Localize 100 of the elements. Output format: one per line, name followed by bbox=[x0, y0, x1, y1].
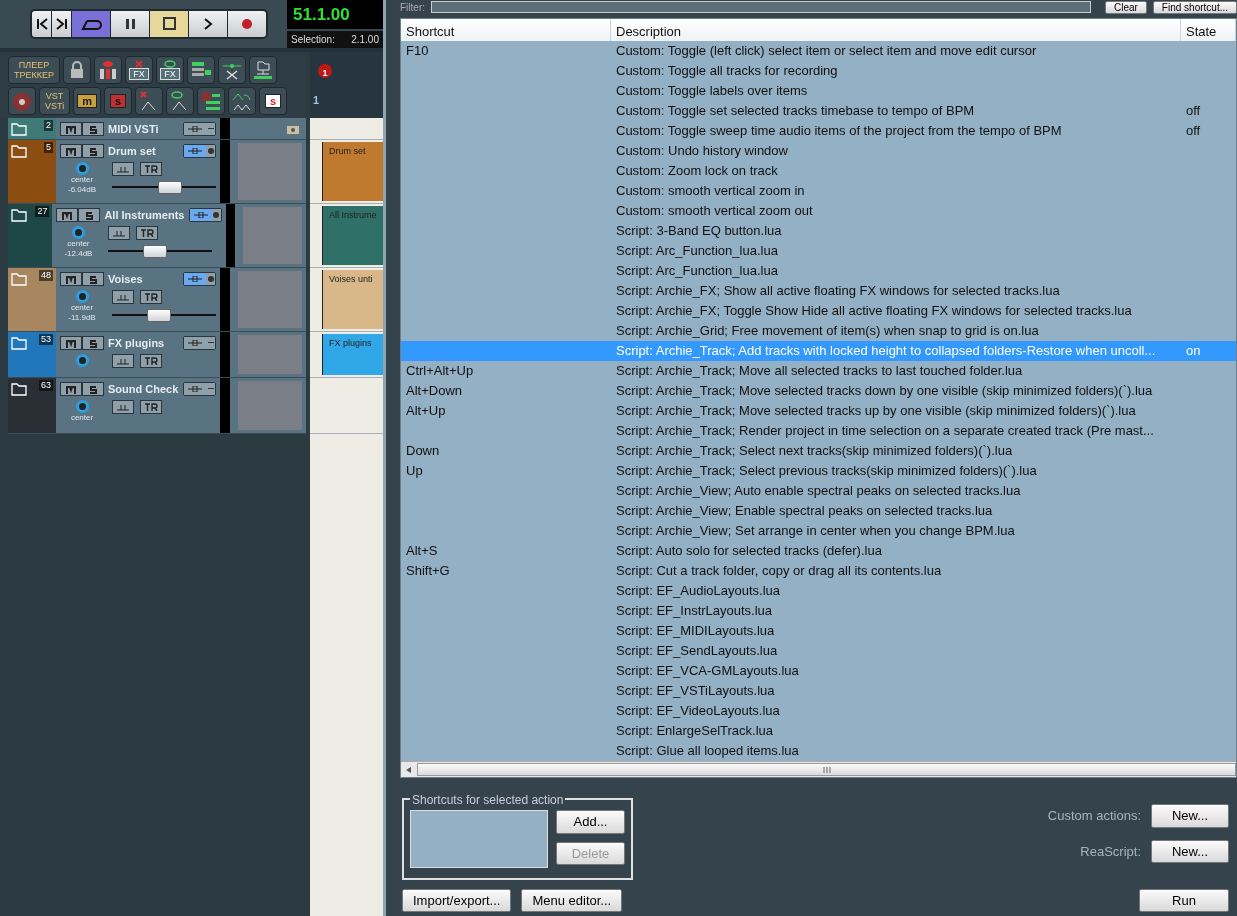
toolbar-button[interactable] bbox=[135, 87, 164, 115]
toolbar-button[interactable] bbox=[187, 56, 215, 84]
column-header[interactable]: Description bbox=[611, 19, 1181, 41]
table-row[interactable]: Custom: Toggle sweep time audio items of the project from the tempo of BPM off bbox=[401, 121, 1236, 141]
toolbar-button[interactable] bbox=[63, 56, 91, 84]
table-row[interactable]: Script: Glue all looped items.lua bbox=[401, 741, 1236, 761]
phase-button[interactable] bbox=[108, 225, 131, 240]
pan-knob[interactable] bbox=[75, 353, 89, 367]
run-button[interactable]: Run bbox=[1139, 888, 1229, 912]
mute-button[interactable] bbox=[60, 336, 82, 351]
toolbar-button[interactable] bbox=[8, 87, 36, 115]
slider-thumb[interactable] bbox=[158, 180, 183, 194]
phase-button[interactable] bbox=[112, 399, 134, 414]
table-row[interactable]: Custom: Zoom lock on track bbox=[401, 161, 1236, 181]
table-row[interactable]: Script: EF_InstrLayouts.lua bbox=[401, 601, 1236, 621]
phase-button[interactable] bbox=[112, 161, 134, 176]
toolbar-button[interactable] bbox=[218, 56, 246, 84]
table-row[interactable]: Script: EF_VideoLayouts.lua bbox=[401, 701, 1236, 721]
table-row[interactable]: Alt+Down Script: Archie_Track; Move selected tracks down by one visible (skip minimized folders)(`).lua bbox=[401, 381, 1236, 401]
filter-button[interactable]: Clear bbox=[1104, 0, 1147, 14]
table-row[interactable]: Script: Archie_View; Set arrange in center when you change BPM.lua bbox=[401, 521, 1236, 541]
solo-button[interactable] bbox=[82, 272, 104, 287]
toolbar-button[interactable]: m bbox=[73, 87, 102, 115]
table-row[interactable]: Script: EF_VSTiLayouts.lua bbox=[401, 681, 1236, 701]
toolbar-button[interactable] bbox=[166, 87, 195, 115]
table-row[interactable]: Ctrl+Alt+Up Script: Archie_Track; Move all selected tracks to last touched folder.lua bbox=[401, 361, 1236, 381]
routing-button[interactable] bbox=[183, 336, 216, 351]
routing-button[interactable] bbox=[183, 382, 216, 397]
go-to-end-button[interactable] bbox=[52, 11, 71, 37]
table-row[interactable]: Script: Arc_Function_lua.lua bbox=[401, 261, 1236, 281]
footer-button[interactable]: Import/export... bbox=[402, 888, 512, 912]
solo-button[interactable] bbox=[82, 336, 104, 351]
table-row[interactable]: Up Script: Archie_Track; Select previous tracks(skip minimized folders)(`).lua bbox=[401, 461, 1236, 481]
toolbar-button[interactable]: VST VSTi bbox=[39, 87, 71, 115]
toolbar-button[interactable] bbox=[94, 56, 122, 84]
table-row[interactable]: F10 Custom: Toggle (left click) select item or select item and move edit cursor bbox=[401, 41, 1236, 61]
slider-thumb[interactable] bbox=[143, 244, 168, 258]
mute-button[interactable] bbox=[60, 144, 82, 159]
table-row[interactable]: Custom: Toggle set selected tracks timebase to tempo of BPM off bbox=[401, 101, 1236, 121]
table-row[interactable]: Script: Archie_Track; Render project in time selection on a separate created track (Pre mast... bbox=[401, 421, 1236, 441]
pause-button[interactable] bbox=[111, 11, 149, 37]
toolbar-button[interactable]: FX bbox=[156, 56, 184, 84]
table-row[interactable]: Script: EF_MIDILayouts.lua bbox=[401, 621, 1236, 641]
scroll-thumb[interactable] bbox=[417, 763, 1236, 776]
table-row[interactable]: Shift+G Script: Cut a track folder, copy or drag all its contents.lua bbox=[401, 561, 1236, 581]
filter-button[interactable]: Find shortcut... bbox=[1152, 0, 1237, 14]
stop-button[interactable] bbox=[150, 11, 188, 37]
mute-button[interactable] bbox=[60, 272, 82, 287]
filter-field[interactable] bbox=[431, 1, 1091, 13]
table-row[interactable]: Script: EF_SendLayouts.lua bbox=[401, 641, 1236, 661]
go-to-start-button[interactable] bbox=[32, 11, 51, 37]
group-button[interactable]: Add... bbox=[556, 810, 625, 834]
table-row[interactable]: Script: Archie_View; Enable spectral peaks on selected tracks.lua bbox=[401, 501, 1236, 521]
tr-button[interactable] bbox=[140, 161, 162, 176]
table-row[interactable]: Custom: Toggle all tracks for recording bbox=[401, 61, 1236, 81]
solo-button[interactable] bbox=[82, 144, 104, 159]
table-row[interactable]: Alt+Up Script: Archie_Track; Move selected tracks up by one visible (skip minimized folders)(`).lua bbox=[401, 401, 1236, 421]
table-row[interactable]: Script: Archie_FX; Toggle Show Hide all active floating FX windows for selected tracks.lua bbox=[401, 301, 1236, 321]
pan-knob[interactable] bbox=[75, 289, 89, 303]
solo-button[interactable] bbox=[82, 382, 104, 397]
toolbar-button[interactable] bbox=[249, 56, 277, 84]
mute-button[interactable] bbox=[60, 122, 82, 137]
toolbar-button[interactable] bbox=[228, 87, 257, 115]
table-row[interactable]: Script: 3-Band EQ button.lua bbox=[401, 221, 1236, 241]
solo-button[interactable] bbox=[82, 122, 104, 137]
routing-button[interactable] bbox=[188, 208, 222, 223]
pan-knob[interactable] bbox=[75, 161, 89, 175]
table-row[interactable]: Script: Archie_View; Auto enable spectral peaks on selected tracks.lua bbox=[401, 481, 1236, 501]
mute-button[interactable] bbox=[56, 208, 79, 223]
tr-button[interactable] bbox=[140, 289, 162, 304]
phase-button[interactable] bbox=[112, 289, 134, 304]
tr-button[interactable] bbox=[140, 399, 162, 414]
column-header[interactable]: State bbox=[1181, 19, 1236, 41]
table-row[interactable]: Alt+S Script: Auto solo for selected tracks (defer).lua bbox=[401, 541, 1236, 561]
pan-knob[interactable] bbox=[75, 399, 89, 413]
table-row[interactable]: Script: EF_VCA-GMLayouts.lua bbox=[401, 661, 1236, 681]
table-row[interactable]: Script: Archie_FX; Show all active floating FX windows for selected tracks.lua bbox=[401, 281, 1236, 301]
mute-button[interactable] bbox=[60, 382, 82, 397]
table-row[interactable]: Script: EnlargeSelTrack.lua bbox=[401, 721, 1236, 741]
tr-button[interactable] bbox=[140, 353, 162, 368]
tr-button[interactable] bbox=[136, 225, 159, 240]
table-row[interactable]: Script: Archie_Grid; Free movement of item(s) when snap to grid is on.lua bbox=[401, 321, 1236, 341]
play-button[interactable] bbox=[189, 11, 227, 37]
toolbar-button[interactable]: s bbox=[259, 87, 288, 115]
toolbar-button[interactable]: FX bbox=[125, 56, 153, 84]
toolbar-button[interactable] bbox=[197, 87, 226, 115]
footer-button[interactable]: Menu editor... bbox=[521, 888, 623, 912]
table-row[interactable]: Custom: Undo history window bbox=[401, 141, 1236, 161]
table-row[interactable]: Script: Arc_Function_lua.lua bbox=[401, 241, 1236, 261]
horizontal-scrollbar[interactable] bbox=[401, 761, 1236, 777]
repeat-button[interactable] bbox=[72, 11, 110, 37]
routing-button[interactable] bbox=[183, 144, 216, 159]
new-button[interactable]: New... bbox=[1151, 804, 1229, 828]
slider-thumb[interactable] bbox=[146, 308, 171, 322]
routing-button[interactable] bbox=[183, 122, 216, 137]
table-row[interactable]: Script: EF_AudioLayouts.lua bbox=[401, 581, 1236, 601]
routing-button[interactable] bbox=[183, 272, 216, 287]
phase-button[interactable] bbox=[112, 353, 134, 368]
new-button[interactable]: New... bbox=[1151, 839, 1229, 863]
column-header[interactable]: Shortcut bbox=[401, 19, 611, 41]
